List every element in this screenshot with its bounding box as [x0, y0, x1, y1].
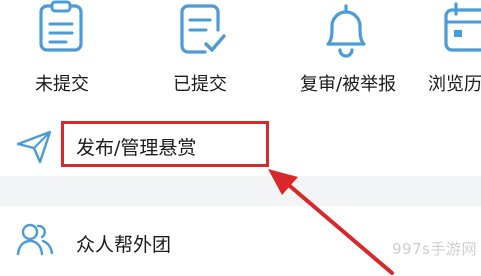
watermark: 997s手游网	[392, 240, 477, 258]
clipboard-check-icon	[180, 4, 226, 54]
tab-unsubmitted[interactable]: 未提交	[32, 0, 102, 112]
tab-browse-history[interactable]: 浏览历	[428, 0, 481, 112]
bell-icon	[326, 4, 366, 58]
tab-submitted[interactable]: 已提交	[171, 0, 241, 112]
people-icon	[16, 223, 54, 256]
crowd-help-group-label: 众人帮外团	[76, 234, 172, 256]
section-divider	[0, 176, 481, 206]
pointer-arrow	[268, 169, 394, 275]
tab-review-reported[interactable]: 复审/被举报	[300, 0, 410, 112]
tab-browse-history-label: 浏览历	[428, 74, 481, 95]
send-plane-icon	[16, 130, 52, 164]
highlight-box	[61, 121, 269, 167]
clipboard-list-icon	[39, 0, 83, 52]
calendar-icon	[444, 2, 481, 52]
icon-bar: 未提交 已提交 复审/被举报 浏览历	[0, 0, 481, 112]
tab-review-reported-label: 复审/被举报	[300, 74, 397, 95]
tab-submitted-label: 已提交	[173, 74, 227, 95]
tab-unsubmitted-label: 未提交	[35, 74, 89, 95]
